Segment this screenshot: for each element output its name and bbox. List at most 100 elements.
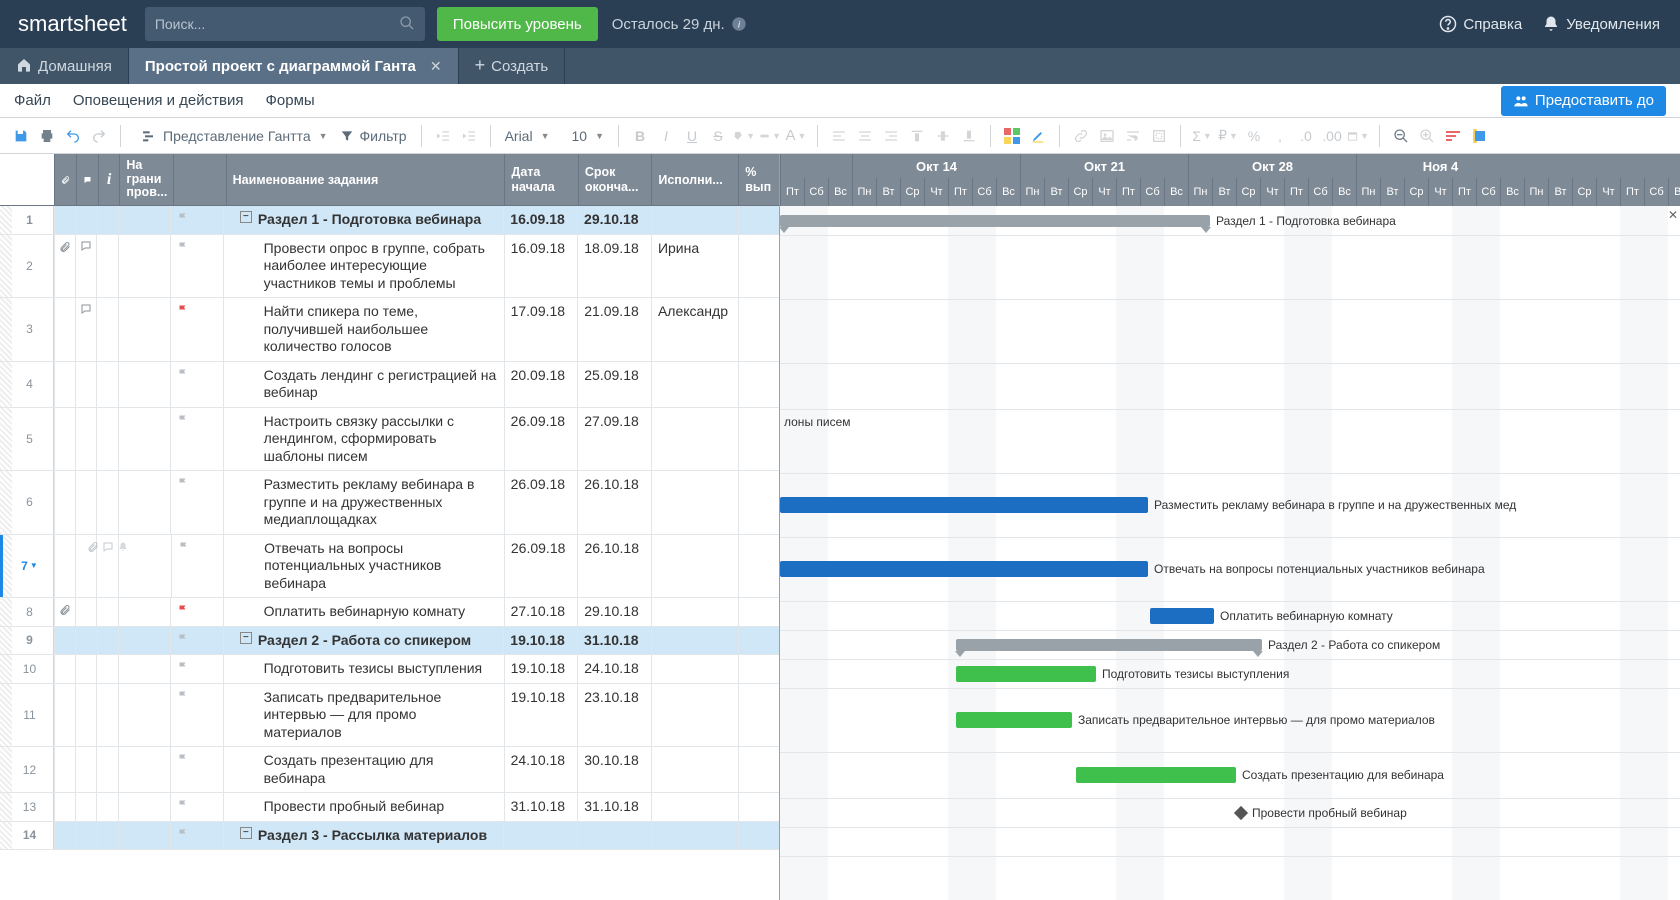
- cell-info[interactable]: [96, 298, 117, 361]
- cell-name[interactable]: Записать предварительное интервью — для …: [223, 684, 504, 747]
- cell-info[interactable]: [97, 822, 118, 850]
- cell-start[interactable]: 24.10.18: [504, 747, 578, 792]
- cell-pct[interactable]: [738, 471, 779, 534]
- cell-flag2[interactable]: [170, 793, 222, 821]
- cell-pct[interactable]: [738, 822, 779, 850]
- col-pct[interactable]: % вып: [738, 154, 779, 205]
- row-number[interactable]: 9: [0, 627, 54, 655]
- table-row[interactable]: 9−Раздел 2 - Работа со спикером19.10.183…: [0, 627, 779, 656]
- cell-info[interactable]: [96, 235, 117, 298]
- view-switcher[interactable]: Представление Гантта▼: [137, 128, 332, 144]
- row-number[interactable]: 6: [0, 471, 54, 534]
- cell-flag[interactable]: [118, 362, 170, 407]
- indent-icon[interactable]: [458, 125, 480, 147]
- cell-assignee[interactable]: [651, 627, 738, 655]
- col-taskname[interactable]: Наименование задания: [226, 154, 505, 205]
- cell-flag[interactable]: [118, 535, 170, 598]
- filter-button[interactable]: Фильтр: [336, 128, 411, 144]
- row-number[interactable]: 11: [0, 684, 54, 747]
- gantt-bar[interactable]: [956, 666, 1096, 682]
- gantt-bar[interactable]: [1076, 767, 1236, 783]
- cell-assignee[interactable]: Ирина: [651, 235, 738, 298]
- cell-pct[interactable]: [738, 206, 779, 234]
- cell-pct[interactable]: [738, 362, 779, 407]
- cell-name[interactable]: −Раздел 2 - Работа со спикером: [223, 627, 503, 655]
- cell-comment[interactable]: [75, 235, 96, 298]
- cell-flag2[interactable]: [170, 235, 222, 298]
- cell-end[interactable]: 29.10.18: [577, 598, 651, 626]
- row-number[interactable]: 5: [0, 408, 54, 471]
- zoom-out-icon[interactable]: [1390, 125, 1412, 147]
- cell-attachment[interactable]: [54, 655, 75, 683]
- cell-info[interactable]: [96, 362, 117, 407]
- cell-attachment[interactable]: [54, 298, 75, 361]
- cell-attachment[interactable]: [54, 235, 75, 298]
- valign-mid-icon[interactable]: [932, 125, 954, 147]
- gantt-bar[interactable]: [780, 215, 1210, 227]
- cell-attachment[interactable]: [54, 362, 75, 407]
- cell-end[interactable]: 25.09.18: [577, 362, 651, 407]
- cell-start[interactable]: 26.09.18: [504, 471, 578, 534]
- cell-flag2[interactable]: [170, 627, 223, 655]
- cell-flag2[interactable]: [170, 362, 222, 407]
- col-end[interactable]: Срок оконча...: [578, 154, 651, 205]
- cell-name[interactable]: Настроить связку рассылки с лендингом, с…: [223, 408, 504, 471]
- cell-info[interactable]: [97, 627, 118, 655]
- table-row[interactable]: 5 Настроить связку рассылки с лендингом, …: [0, 408, 779, 472]
- cell-info[interactable]: [96, 471, 117, 534]
- table-row[interactable]: 1−Раздел 1 - Подготовка вебинара16.09.18…: [0, 206, 779, 235]
- col-attachment[interactable]: [54, 154, 76, 205]
- cell-pct[interactable]: [738, 235, 779, 298]
- cell-start[interactable]: 19.10.18: [504, 684, 578, 747]
- cell-flag2[interactable]: [170, 408, 222, 471]
- cell-flag[interactable]: [118, 235, 170, 298]
- milestone-icon[interactable]: [1234, 805, 1248, 819]
- cell-end[interactable]: 21.09.18: [577, 298, 651, 361]
- cell-assignee[interactable]: [651, 408, 738, 471]
- collapse-icon[interactable]: −: [240, 632, 252, 644]
- search-input[interactable]: Поиск...: [145, 7, 425, 41]
- menu-alerts[interactable]: Оповещения и действия: [73, 92, 244, 109]
- cell-pct[interactable]: [738, 627, 779, 655]
- cell-flag[interactable]: [118, 408, 170, 471]
- tab-active-sheet[interactable]: Простой проект с диаграммой Ганта ✕: [129, 48, 459, 84]
- cell-pct[interactable]: [738, 793, 779, 821]
- bold-icon[interactable]: B: [629, 125, 651, 147]
- cell-end[interactable]: 18.09.18: [577, 235, 651, 298]
- currency-icon[interactable]: ₽▼: [1217, 125, 1239, 147]
- cell-comment[interactable]: [75, 206, 96, 234]
- percent-icon[interactable]: %: [1243, 125, 1265, 147]
- cell-pct[interactable]: [738, 747, 779, 792]
- cell-end[interactable]: 30.10.18: [577, 747, 651, 792]
- cell-attachment[interactable]: [54, 535, 75, 598]
- table-row[interactable]: 2Провести опрос в группе, собрать наибол…: [0, 235, 779, 299]
- cell-comment[interactable]: [75, 655, 96, 683]
- close-icon[interactable]: ✕: [430, 58, 442, 75]
- cell-comment[interactable]: [75, 408, 96, 471]
- print-icon[interactable]: [36, 125, 58, 147]
- col-comments[interactable]: [76, 154, 98, 205]
- cell-start[interactable]: 20.09.18: [504, 362, 578, 407]
- table-row[interactable]: 4Создать лендинг с регистрацией на вебин…: [0, 362, 779, 408]
- gantt-bar[interactable]: [780, 497, 1148, 513]
- cell-name[interactable]: Найти спикера по теме, получившей наибол…: [223, 298, 504, 361]
- gantt-body[interactable]: Раздел 1 - Подготовка вебинаралоны писем…: [780, 206, 1680, 900]
- link-icon[interactable]: [1070, 125, 1092, 147]
- font-select[interactable]: Arial▼: [501, 128, 554, 144]
- cell-flag2[interactable]: [170, 598, 222, 626]
- cell-name[interactable]: Разместить рекламу вебинара в группе и н…: [223, 471, 504, 534]
- cell-end[interactable]: [577, 822, 651, 850]
- row-number[interactable]: 4: [0, 362, 54, 407]
- gantt-bar[interactable]: [956, 639, 1262, 651]
- cell-assignee[interactable]: [651, 684, 738, 747]
- flag-icon[interactable]: [177, 752, 189, 766]
- row-number[interactable]: 7▼: [0, 535, 54, 598]
- undo-icon[interactable]: [62, 125, 84, 147]
- redo-icon[interactable]: [88, 125, 110, 147]
- cell-info[interactable]: [96, 793, 117, 821]
- search-icon[interactable]: [399, 15, 415, 34]
- flag-icon[interactable]: [177, 632, 189, 646]
- flag-icon[interactable]: [177, 798, 189, 812]
- cell-name[interactable]: Оплатить вебинарную комнату: [223, 598, 504, 626]
- flag-icon[interactable]: [178, 540, 190, 554]
